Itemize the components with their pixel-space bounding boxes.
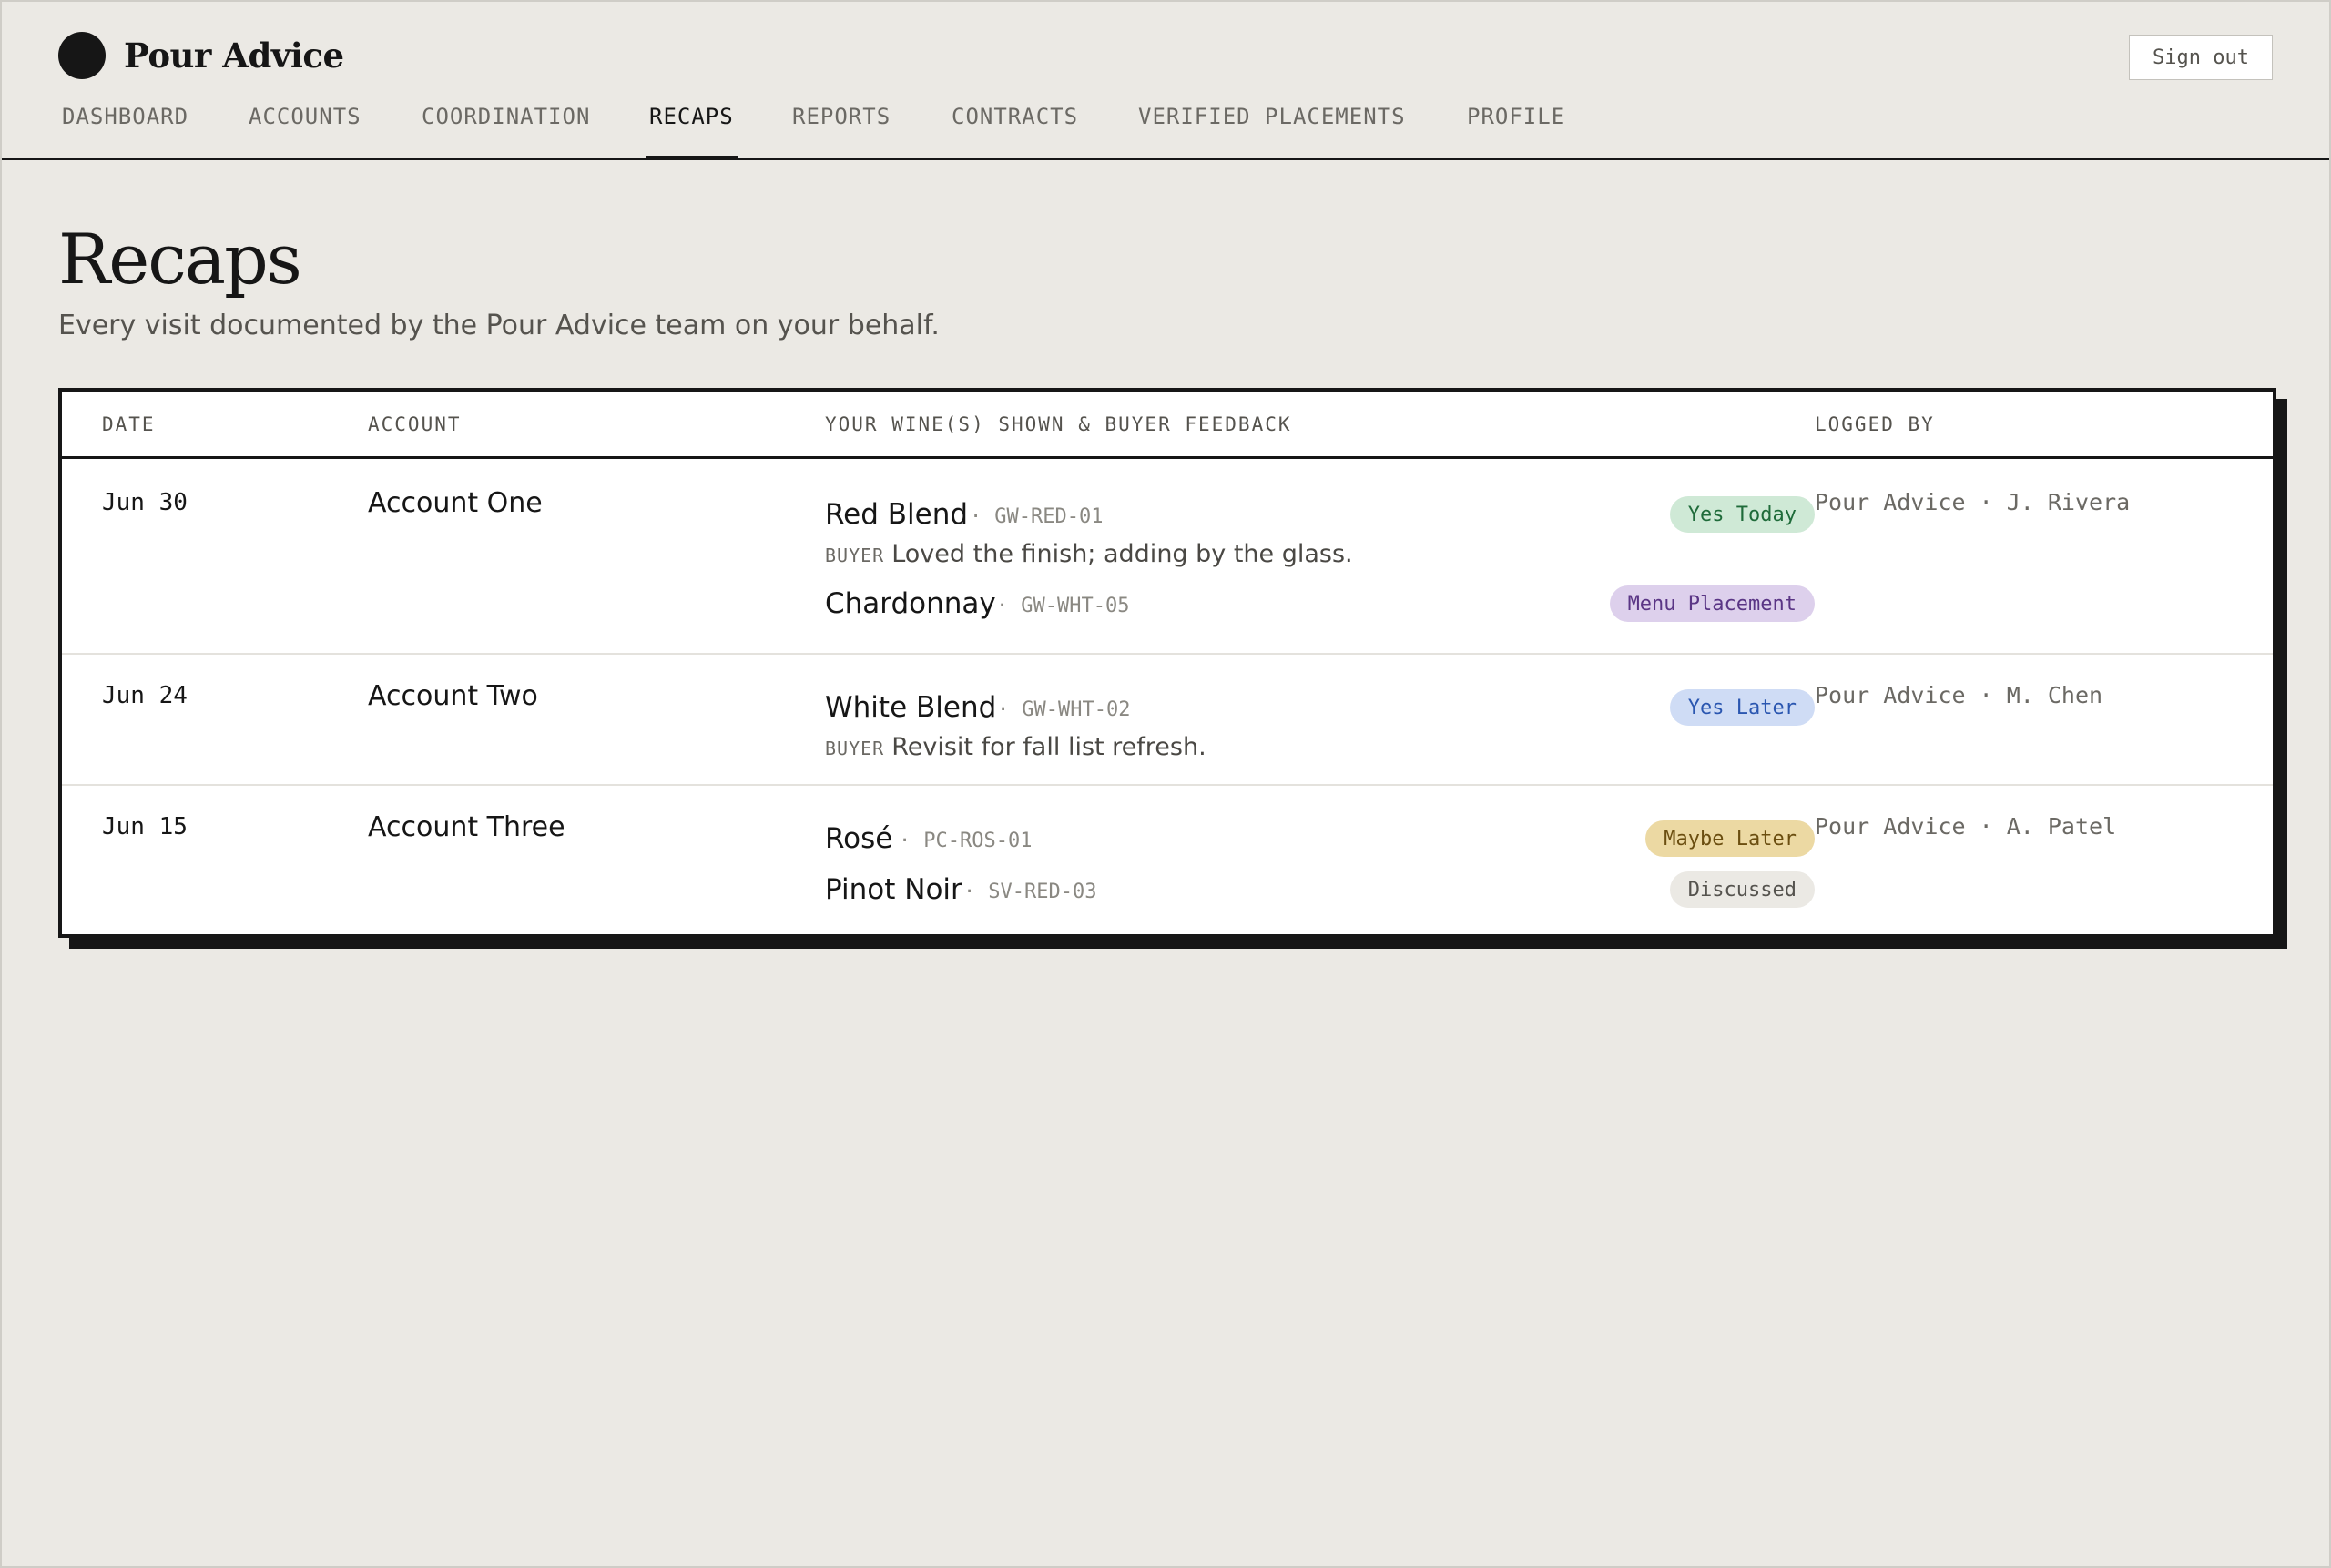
buyer-feedback: BUYER Loved the finish; adding by the gla…	[825, 540, 1815, 568]
separator: ·	[963, 881, 976, 903]
wine-entry: White Blend · GW-WHT-02 Yes Later	[825, 686, 1815, 729]
buyer-tag: BUYER	[825, 738, 885, 759]
visit-date: Jun 15	[102, 813, 188, 840]
wine-name: White Blend	[825, 691, 997, 724]
nav-item-dashboard[interactable]: DASHBOARD	[62, 100, 188, 160]
nav-item-recaps[interactable]: RECAPS	[646, 100, 738, 160]
buyer-feedback-text: Revisit for fall list refresh.	[891, 733, 1206, 761]
logged-by: Pour Advice · M. Chen	[1815, 682, 2103, 708]
nav-item-accounts[interactable]: ACCOUNTS	[249, 100, 361, 160]
wine-entry: Pinot Noir · SV-RED-03 Discussed	[825, 868, 1815, 911]
logged-by: Pour Advice · J. Rivera	[1815, 489, 2131, 515]
account-name[interactable]: Account Two	[368, 680, 538, 712]
wine-sku-code: GW-RED-01	[994, 505, 1104, 528]
table-row[interactable]: Jun 30 Account One Red Blend · GW-RED-01 …	[62, 462, 2273, 655]
buyer-tag: BUYER	[825, 545, 885, 566]
nav-item-contracts[interactable]: CONTRACTS	[952, 100, 1078, 160]
page-subtitle: Every visit documented by the Pour Advic…	[58, 310, 940, 341]
wine-sku: · SV-RED-03	[951, 881, 1096, 903]
visit-date: Jun 24	[102, 682, 188, 709]
wine-entry: Chardonnay · GW-WHT-05 Menu Placement	[825, 582, 1815, 626]
wine-sku-code: PC-ROS-01	[923, 830, 1033, 852]
buyer-feedback-text: Loved the finish; adding by the glass.	[891, 540, 1353, 568]
column-header-wines: YOUR WINE(S) SHOWN & BUYER FEEDBACK	[825, 413, 1292, 435]
separator: ·	[996, 595, 1009, 617]
wine-sku: · PC-ROS-01	[886, 830, 1032, 852]
table-row[interactable]: Jun 24 Account Two White Blend · GW-WHT-0…	[62, 655, 2273, 786]
nav-item-reports[interactable]: REPORTS	[792, 100, 891, 160]
buyer-feedback: BUYER Revisit for fall list refresh.	[825, 733, 1815, 761]
nav-item-profile[interactable]: PROFILE	[1467, 100, 1565, 160]
status-badge: Discussed	[1669, 871, 1815, 908]
recaps-page: Pour Advice Sign out DASHBOARD ACCOUNTS …	[0, 0, 2331, 1568]
column-header-date: DATE	[102, 413, 156, 435]
separator: ·	[997, 698, 1010, 721]
wine-sku: · GW-WHT-05	[983, 595, 1129, 617]
column-header-logged-by: LOGGED BY	[1815, 413, 1935, 435]
recaps-table: DATE ACCOUNT YOUR WINE(S) SHOWN & BUYER …	[58, 388, 2276, 938]
wine-sku: · GW-WHT-02	[984, 698, 1130, 721]
account-name[interactable]: Account One	[368, 487, 543, 519]
page-title: Recaps	[58, 219, 302, 300]
brand-name: Pour Advice	[124, 36, 344, 76]
wine-sku: · GW-RED-01	[957, 505, 1103, 528]
column-header-account: ACCOUNT	[368, 413, 462, 435]
nav-item-coordination[interactable]: COORDINATION	[422, 100, 590, 160]
status-badge: Yes Today	[1669, 496, 1815, 533]
wine-name: Rosé	[825, 822, 893, 855]
wine-sku-code: GW-WHT-05	[1021, 595, 1130, 617]
separator: ·	[970, 505, 982, 528]
separator: ·	[899, 830, 911, 852]
wine-entry: Red Blend · GW-RED-01 Yes Today	[825, 493, 1815, 536]
wine-name: Pinot Noir	[825, 873, 962, 906]
table-row[interactable]: Jun 15 Account Three Rosé · PC-ROS-01 May…	[62, 786, 2273, 934]
top-bar: Pour Advice Sign out DASHBOARD ACCOUNTS …	[2, 2, 2329, 160]
nav-item-verified-placements[interactable]: VERIFIED PLACEMENTS	[1138, 100, 1406, 160]
account-name[interactable]: Account Three	[368, 811, 565, 843]
status-badge: Yes Later	[1669, 689, 1815, 726]
brand[interactable]: Pour Advice	[58, 32, 344, 79]
wine-sku-code: SV-RED-03	[988, 881, 1097, 903]
wine-name: Chardonnay	[825, 587, 996, 620]
logo-icon	[58, 32, 106, 79]
table-header: DATE ACCOUNT YOUR WINE(S) SHOWN & BUYER …	[62, 392, 2273, 459]
status-badge: Maybe Later	[1645, 820, 1815, 857]
status-badge: Menu Placement	[1609, 585, 1815, 622]
wine-sku-code: GW-WHT-02	[1022, 698, 1131, 721]
wine-name: Red Blend	[825, 498, 969, 531]
visit-date: Jun 30	[102, 489, 188, 516]
sign-out-button[interactable]: Sign out	[2129, 35, 2273, 80]
wine-entry: Rosé · PC-ROS-01 Maybe Later	[825, 817, 1815, 860]
logged-by: Pour Advice · A. Patel	[1815, 813, 2117, 840]
